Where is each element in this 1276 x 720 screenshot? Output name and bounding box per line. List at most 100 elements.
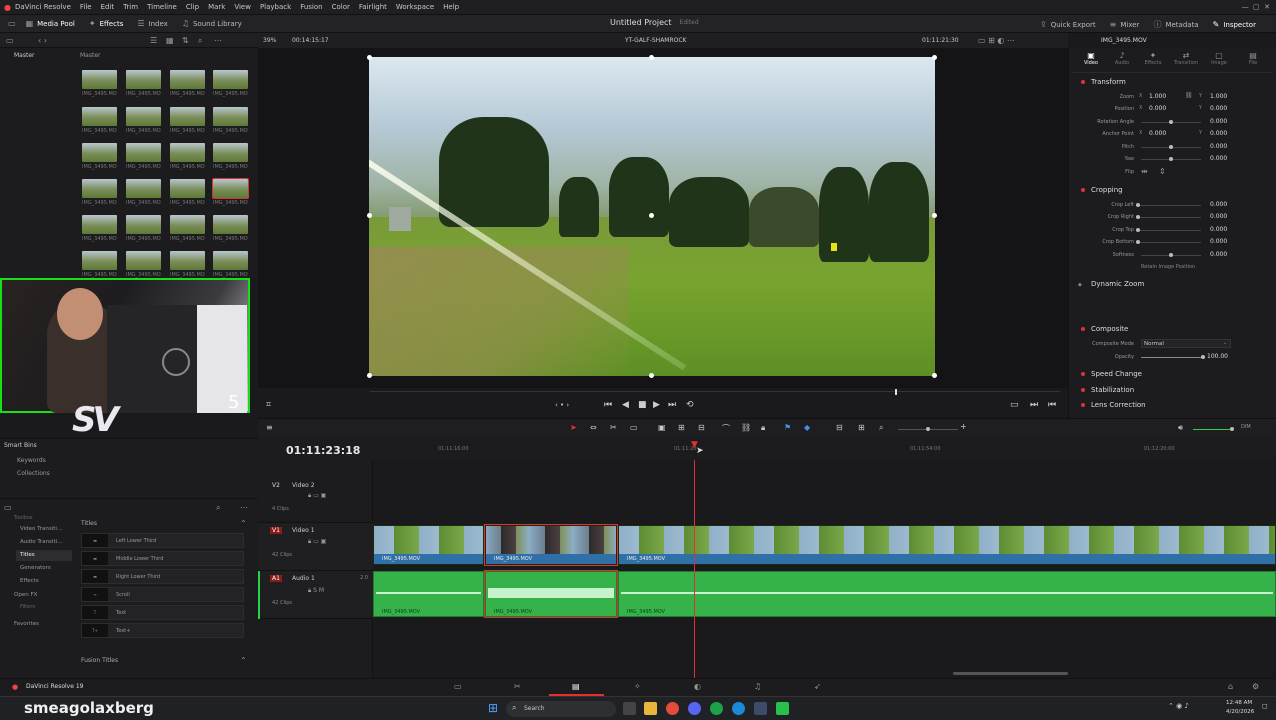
crop-left-field[interactable]: 0.000 xyxy=(1210,201,1227,208)
dynamic-zoom-section-title[interactable]: Dynamic Zoom xyxy=(1091,280,1144,288)
page-fairlight-icon[interactable]: ♫ xyxy=(754,682,761,691)
crop-bottom-slider[interactable] xyxy=(1137,242,1201,243)
track-header-v2[interactable]: V2 Video 2 🔒︎ ▭ ▣ 4 Clips xyxy=(258,460,373,523)
collapse-titles-icon[interactable]: ⌃ xyxy=(240,519,247,528)
overwrite-icon[interactable]: ▭ xyxy=(630,423,638,432)
crop-top-field[interactable]: 0.000 xyxy=(1210,226,1227,233)
replace-icon[interactable]: ▣ xyxy=(658,423,666,432)
viewer-scrubber[interactable] xyxy=(370,391,1060,392)
mixer-button[interactable]: ≡ Mixer xyxy=(1110,20,1140,29)
menu-item-fairlight[interactable]: Fairlight xyxy=(359,3,387,11)
tab-transition[interactable]: ⇄ Transition xyxy=(1170,51,1202,66)
menu-item-resolve[interactable]: DaVinci Resolve xyxy=(15,3,71,11)
media-clip-thumbnail[interactable] xyxy=(170,107,205,126)
chrome-icon[interactable] xyxy=(666,702,679,715)
speaker-icon[interactable]: 🔊︎ xyxy=(1178,423,1183,433)
track-id-v1[interactable]: V1 xyxy=(270,527,282,534)
taskbar-search[interactable]: ⌕ Search xyxy=(506,701,616,717)
media-clip-thumbnail[interactable] xyxy=(126,70,161,89)
audio-clip-selected[interactable]: IMG_3495.MOV xyxy=(484,570,618,618)
xbox-icon[interactable] xyxy=(710,702,723,715)
transform-handle-tr[interactable] xyxy=(932,55,937,60)
pitch-field[interactable]: 0.000 xyxy=(1210,143,1227,150)
title-item-text-plus[interactable]: T+ Text+ xyxy=(81,623,244,638)
metadata-button[interactable]: ⓘ Metadata xyxy=(1153,19,1198,30)
yaw-knob[interactable] xyxy=(1169,157,1173,161)
menu-item-help[interactable]: Help xyxy=(443,3,459,11)
stop-icon[interactable]: ■ xyxy=(638,400,647,410)
dim-button[interactable]: DIM xyxy=(1241,424,1251,430)
rotation-knob[interactable] xyxy=(1169,120,1173,124)
transform-handle-br[interactable] xyxy=(932,373,937,378)
grid-view-icon[interactable]: ▦ xyxy=(166,36,174,45)
rotation-field[interactable]: 0.000 xyxy=(1210,118,1227,125)
menu-item-trim[interactable]: Trim xyxy=(123,3,138,11)
cropping-enabled-dot[interactable] xyxy=(1081,188,1085,192)
audio-clip[interactable]: IMG_3495.MOV xyxy=(373,571,484,617)
transform-handle-center[interactable] xyxy=(649,213,654,218)
menu-item-fusion[interactable]: Fusion xyxy=(300,3,322,11)
loop-icon[interactable]: ⟲ xyxy=(686,400,694,410)
selection-tool-icon[interactable]: ➤ xyxy=(570,423,577,432)
resolve-taskbar-icon[interactable] xyxy=(754,702,767,715)
transform-handle-right[interactable] xyxy=(932,213,937,218)
viewer-scrubber-handle[interactable] xyxy=(895,389,897,395)
menu-item-color[interactable]: Color xyxy=(332,3,350,11)
flip-horizontal-icon[interactable]: ⇹ xyxy=(1141,167,1148,176)
media-clip-thumbnail[interactable] xyxy=(212,178,249,199)
search-icon[interactable]: ⌕ xyxy=(198,36,202,46)
crop-right-slider[interactable] xyxy=(1137,217,1201,218)
media-clip-thumbnail[interactable] xyxy=(170,70,205,89)
crop-left-slider[interactable] xyxy=(1137,205,1201,206)
transform-handle-bl[interactable] xyxy=(367,373,372,378)
layout-icon[interactable]: ▭ xyxy=(8,19,16,28)
transform-handle-bottom[interactable] xyxy=(649,373,654,378)
effects-more-icon[interactable]: ⋯ xyxy=(240,503,248,512)
media-clip-thumbnail[interactable] xyxy=(170,179,205,198)
media-clip-thumbnail[interactable] xyxy=(82,107,117,126)
effects-tree-video-transitions[interactable]: Video Transiti... xyxy=(20,526,62,532)
task-view-icon[interactable] xyxy=(623,702,636,715)
viewer-zoom[interactable]: 39% xyxy=(263,37,276,44)
track-id-a1[interactable]: A1 xyxy=(270,575,282,582)
menu-item-clip[interactable]: Clip xyxy=(186,3,199,11)
flag-marker-icon[interactable]: ⚑ xyxy=(784,423,791,432)
title-item-text[interactable]: T Text xyxy=(81,605,244,620)
cropping-section-title[interactable]: Cropping xyxy=(1091,186,1123,194)
title-item-scroll[interactable]: ≡ Scroll xyxy=(81,587,244,602)
title-item-left-lower-third[interactable]: ▬ Left Lower Third xyxy=(81,533,244,548)
zoom-in-icon[interactable]: + xyxy=(960,422,967,431)
lock-icon[interactable]: 🔒︎ xyxy=(761,423,765,433)
crop-bottom-field[interactable]: 0.000 xyxy=(1210,238,1227,245)
opacity-field[interactable]: 100.00 xyxy=(1207,353,1228,360)
play-icon[interactable]: ▶ xyxy=(653,400,660,410)
menu-item-file[interactable]: File xyxy=(80,3,92,11)
sidebar-toggle-icon[interactable]: ▭ xyxy=(6,36,14,45)
crop-top-slider[interactable] xyxy=(1137,230,1201,231)
edge-icon[interactable] xyxy=(732,702,745,715)
dynamic-zoom-toggle-icon[interactable]: ◆ xyxy=(1078,282,1082,288)
menu-item-view[interactable]: View xyxy=(234,3,251,11)
track-name-a1[interactable]: Audio 1 xyxy=(292,575,315,582)
effects-button[interactable]: ✦ Effects xyxy=(89,19,124,28)
video-clip[interactable]: IMG_3495.MOV xyxy=(618,525,1276,565)
track-name-v1[interactable]: Video 1 xyxy=(292,527,315,534)
effects-sidebar-icon[interactable]: ▭ xyxy=(4,503,12,512)
anchor-x-field[interactable]: 0.000 xyxy=(1149,130,1166,137)
crop-top-knob[interactable] xyxy=(1136,228,1140,232)
menu-item-workspace[interactable]: Workspace xyxy=(396,3,434,11)
media-clip-thumbnail[interactable] xyxy=(213,251,248,270)
title-item-right-lower-third[interactable]: ▬ Right Lower Third xyxy=(81,569,244,584)
media-clip-thumbnail[interactable] xyxy=(126,179,161,198)
sound-library-button[interactable]: ♫ Sound Library xyxy=(182,19,242,28)
index-button[interactable]: ☰ Index xyxy=(137,19,167,28)
effects-tree-openfx[interactable]: Open FX xyxy=(14,592,37,598)
page-edit-icon[interactable]: ▤ xyxy=(572,682,580,691)
next-edit-icon[interactable]: ⏭ xyxy=(1030,400,1038,410)
media-clip-thumbnail[interactable] xyxy=(126,251,161,270)
effects-tree-filters[interactable]: Filters xyxy=(20,604,35,610)
bin-master[interactable]: Master xyxy=(14,52,35,59)
marker-icon[interactable]: ◆ xyxy=(804,423,810,432)
transform-handle-left[interactable] xyxy=(367,213,372,218)
trim-tool-icon[interactable]: ⇔ xyxy=(590,423,597,432)
